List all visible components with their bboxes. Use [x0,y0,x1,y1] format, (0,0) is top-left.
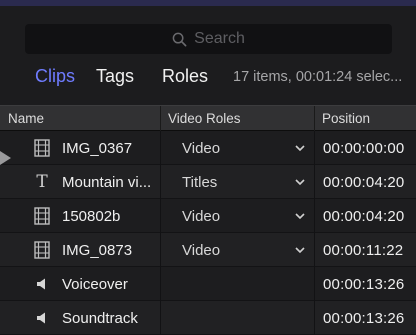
clip-table: IMG_0367 Video 00:00:00:00 T Mountain vi… [0,131,416,335]
role-dropdown-value[interactable]: Titles [182,174,217,191]
title-icon: T [33,173,51,191]
column-header-position[interactable]: Position [322,111,370,126]
clip-position: 00:00:11:22 [323,242,404,259]
column-divider[interactable] [314,106,315,132]
table-row[interactable]: Soundtrack 00:00:13:26 [0,301,416,335]
column-separator [160,131,161,335]
speaker-icon [33,275,51,293]
speaker-icon [33,309,51,327]
clip-position: 00:00:13:26 [323,310,405,327]
title-glyph: T [36,171,48,192]
role-dropdown-value[interactable]: Video [182,208,220,225]
clip-position: 00:00:04:20 [323,208,405,225]
table-row[interactable]: IMG_0873 Video 00:00:11:22 [0,233,416,267]
clip-name: Soundtrack [62,310,138,327]
tab-clips[interactable]: Clips [35,66,75,87]
magnifier-icon [172,32,187,46]
clip-position: 00:00:00:00 [323,140,405,157]
column-header-video-roles[interactable]: Video Roles [168,111,241,126]
role-dropdown-value[interactable]: Video [182,242,220,259]
table-row[interactable]: T Mountain vi... Titles 00:00:04:20 [0,165,416,199]
tab-roles[interactable]: Roles [162,66,208,87]
clip-name: IMG_0873 [62,242,133,259]
column-divider[interactable] [160,106,161,132]
table-header: Name Video Roles Position [0,105,416,132]
search-field[interactable]: Search [25,24,392,54]
table-row[interactable]: 150802b Video 00:00:04:20 [0,199,416,233]
film-strip-icon [33,139,51,157]
tab-tags[interactable]: Tags [96,66,134,87]
film-strip-icon [33,241,51,259]
clip-position: 00:00:04:20 [323,174,405,191]
window-top-strip [0,0,416,6]
index-tabs: Clips Tags Roles 17 items, 00:01:24 sele… [0,62,416,92]
column-separator [314,131,315,335]
column-header-name[interactable]: Name [8,111,44,126]
chevron-down-icon[interactable] [294,245,306,255]
clip-position: 00:00:13:26 [323,276,405,293]
role-dropdown-value[interactable]: Video [182,140,220,157]
table-row[interactable]: Voiceover 00:00:13:26 [0,267,416,301]
film-strip-icon [33,207,51,225]
chevron-down-icon[interactable] [294,211,306,221]
clip-name: Mountain vi... [62,174,152,191]
chevron-down-icon[interactable] [294,177,306,187]
clip-name: Voiceover [62,276,128,293]
selection-status: 17 items, 00:01:24 selec... [233,69,403,85]
chevron-down-icon[interactable] [294,143,306,153]
table-row[interactable]: IMG_0367 Video 00:00:00:00 [0,131,416,165]
clip-name: IMG_0367 [62,140,133,157]
skimmer-playhead-marker[interactable] [0,151,11,165]
search-placeholder: Search [194,30,245,47]
clip-name: 150802b [62,208,121,225]
